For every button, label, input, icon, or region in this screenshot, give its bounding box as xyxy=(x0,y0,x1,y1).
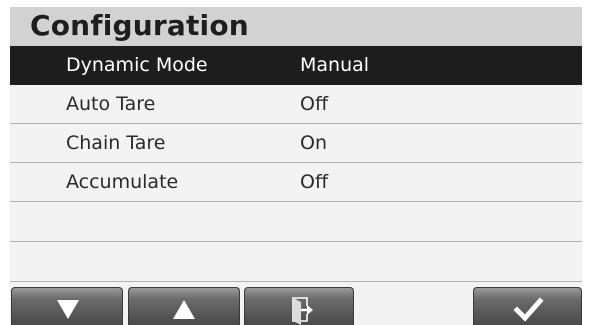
setting-label: Accumulate xyxy=(66,171,179,193)
setting-value: On xyxy=(300,132,327,154)
setting-label: Chain Tare xyxy=(66,132,166,154)
up-button[interactable] xyxy=(128,287,240,325)
setting-value: Off xyxy=(300,93,329,115)
arrow-up-icon xyxy=(129,288,239,325)
title-bar: Configuration xyxy=(10,7,582,46)
page-title: Configuration xyxy=(30,9,249,42)
confirm-button[interactable] xyxy=(473,287,582,325)
setting-row-dynamic-mode[interactable]: Dynamic Mode Manual xyxy=(10,46,582,85)
exit-button[interactable] xyxy=(244,287,354,325)
setting-row-chain-tare[interactable]: Chain Tare On xyxy=(10,124,582,163)
setting-label: Dynamic Mode xyxy=(66,54,208,76)
checkmark-icon xyxy=(474,288,581,325)
setting-row-accumulate[interactable]: Accumulate Off xyxy=(10,163,582,202)
empty-row xyxy=(10,242,582,282)
arrow-down-icon xyxy=(12,288,122,325)
settings-list: Dynamic Mode Manual Auto Tare Off Chain … xyxy=(10,46,582,282)
setting-label: Auto Tare xyxy=(66,93,156,115)
softkey-toolbar xyxy=(10,284,582,325)
display-screen: Configuration Dynamic Mode Manual Auto T… xyxy=(10,7,582,325)
empty-row xyxy=(10,202,582,242)
setting-value: Manual xyxy=(300,54,370,76)
setting-row-auto-tare[interactable]: Auto Tare Off xyxy=(10,85,582,124)
exit-icon xyxy=(245,288,353,325)
setting-value: Off xyxy=(300,171,329,193)
down-button[interactable] xyxy=(11,287,123,325)
